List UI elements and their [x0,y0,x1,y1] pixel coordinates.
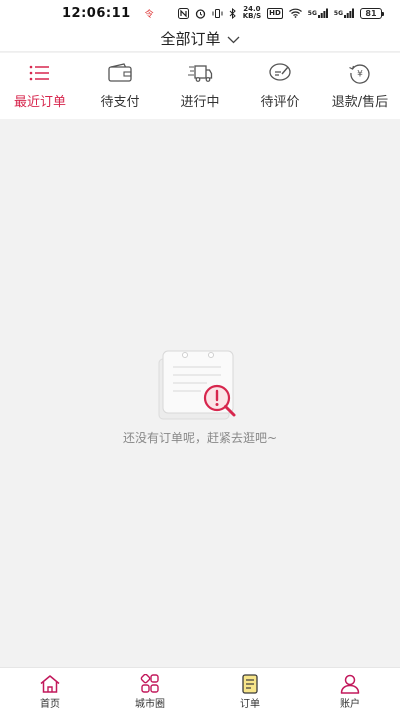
tab-in-progress[interactable]: 进行中 [160,53,240,119]
signal-icon-2: 5G [334,8,354,18]
nav-label: 城市圈 [135,699,165,710]
status-time: 12:06:11 [62,5,131,21]
tab-label: 待支付 [100,95,140,110]
order-tabs: 最近订单 待支付 进行中 待评价 ¥ 退款/售后 [0,53,400,119]
grid-icon [140,674,159,693]
comment-icon [269,63,291,81]
tab-label: 待评价 [260,95,300,110]
nfc-icon [177,7,189,19]
nav-home[interactable]: 首页 [0,668,100,711]
nav-account[interactable]: 账户 [300,668,400,711]
svg-text:¥: ¥ [357,70,363,80]
account-icon [340,674,360,694]
nav-city-circle[interactable]: 城市圈 [100,668,200,711]
battery-icon: 81 [360,7,384,19]
tab-recent-orders[interactable]: 最近订单 [0,53,80,119]
wifi-icon [288,8,302,18]
signal-label-2: 5G [333,9,343,17]
notification-icon: 令 [144,9,154,20]
order-filter-dropdown[interactable]: 全部订单 [0,26,400,52]
speed-unit: KB/S [242,12,262,20]
empty-state: 还没有订单呢，赶紧去逛吧~ [0,345,400,446]
tab-label: 最近订单 [13,95,66,110]
order-icon [242,674,258,694]
tab-pending-review[interactable]: 待评价 [240,53,320,119]
truck-icon [188,65,213,82]
alarm-icon [195,8,206,19]
wallet-icon [108,63,132,82]
page-title: 全部订单 [160,30,221,48]
hd-badge: HD [267,7,283,19]
tab-label: 进行中 [180,95,220,110]
nav-label: 首页 [40,699,60,710]
empty-message: 还没有订单呢，赶紧去逛吧~ [122,431,278,445]
network-speed: 24.0 KB/S [243,6,261,20]
tab-refund-after-sales[interactable]: ¥ 退款/售后 [320,53,400,119]
status-icons: 24.0 KB/S HD 5G 5G 81 [177,6,384,20]
home-icon [40,675,60,693]
status-bar: 12:06:11 令 24.0 KB/S HD 5G 5G 81 [0,0,400,26]
signal-icon-1: 5G [308,8,328,18]
bottom-nav: 首页 城市圈 订单 账户 [0,667,400,711]
signal-label-1: 5G [307,9,317,17]
nav-label: 订单 [240,699,260,710]
nav-orders[interactable]: 订单 [200,668,300,711]
tab-label: 退款/售后 [331,95,389,110]
nav-label: 账户 [340,699,360,710]
vibrate-icon [212,8,223,19]
empty-orders-illustration [158,350,236,420]
refund-icon: ¥ [349,64,370,84]
bluetooth-icon [229,7,237,19]
tab-pending-payment[interactable]: 待支付 [80,53,160,119]
chevron-down-icon [227,29,240,48]
list-icon [29,65,49,81]
